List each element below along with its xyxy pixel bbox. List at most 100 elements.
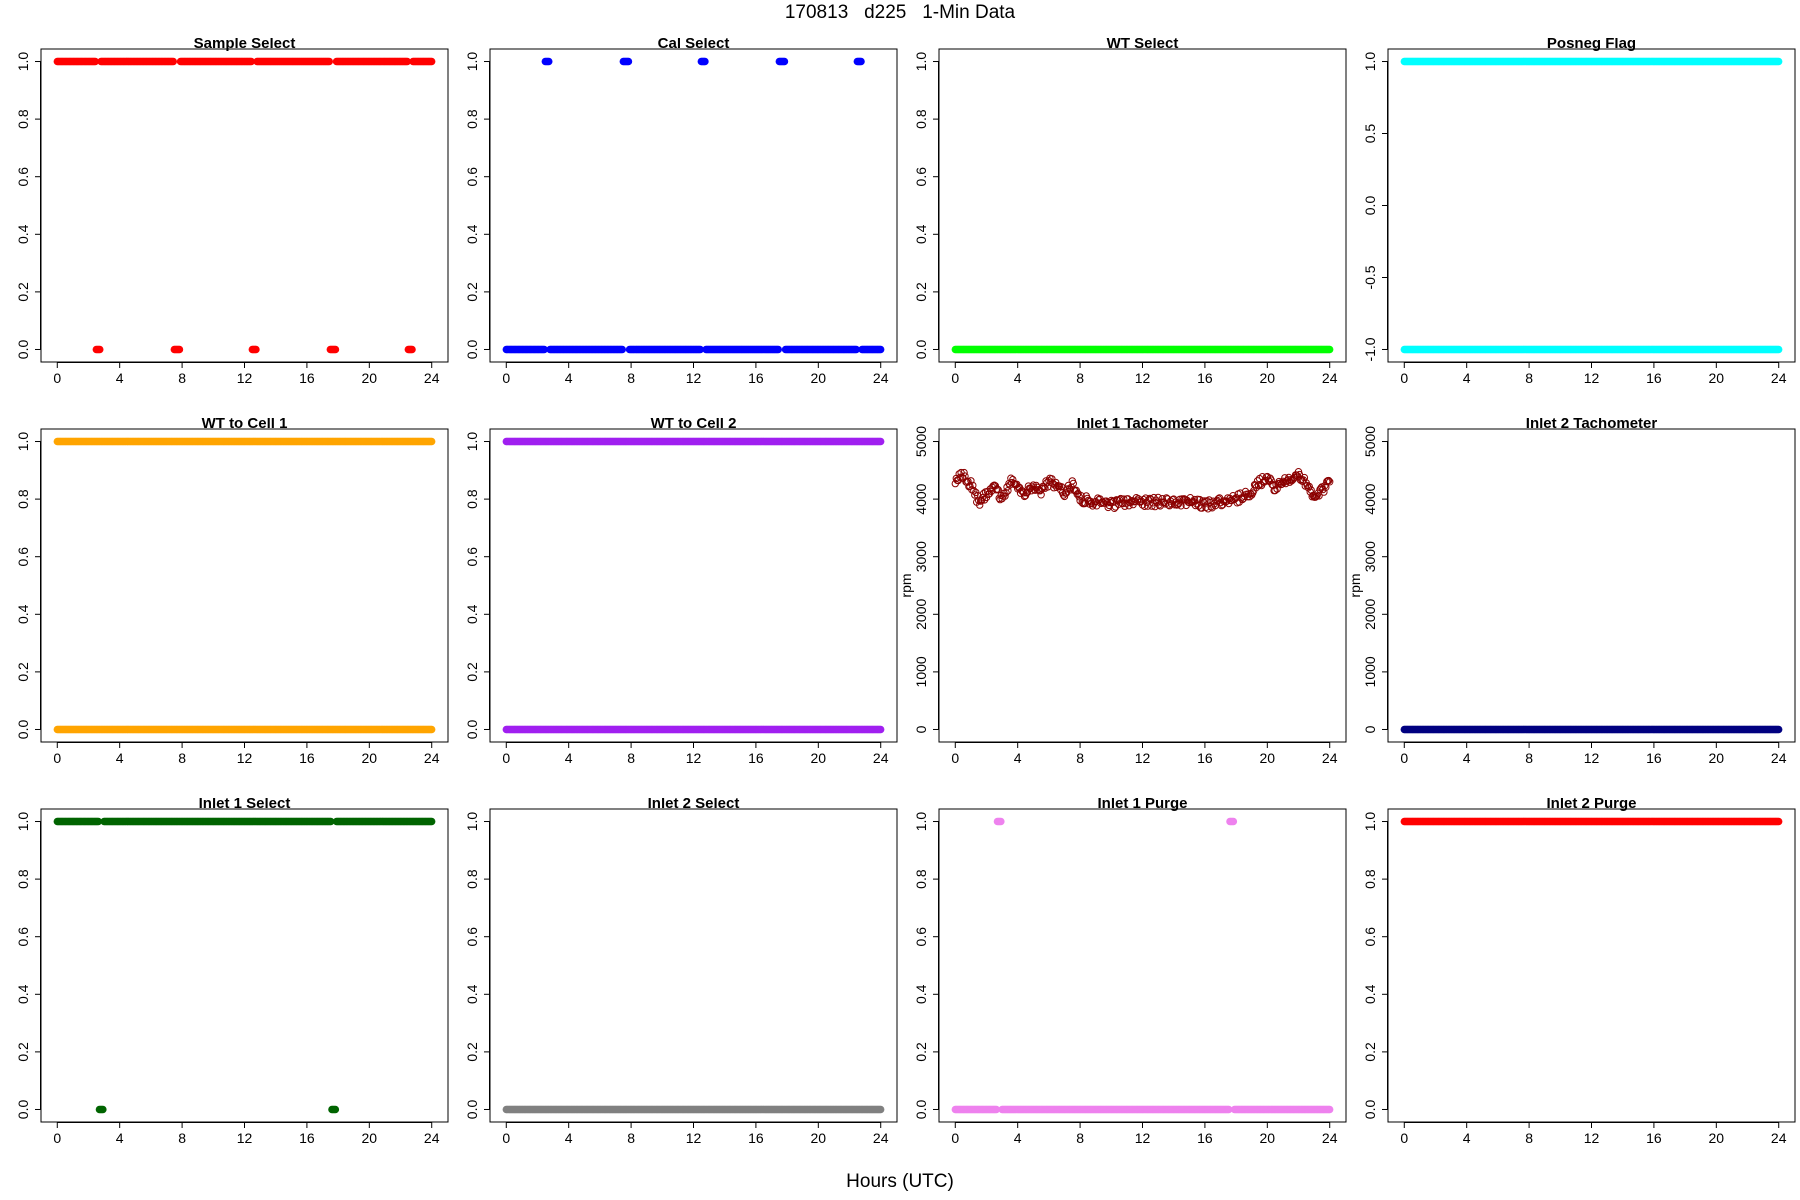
- y-tick-label: 0.0: [464, 340, 480, 360]
- panel-title: Posneg Flag: [1547, 38, 1636, 52]
- x-tick-label: 16: [299, 370, 315, 386]
- x-tick-label: 4: [1014, 370, 1022, 386]
- series-group: [951, 468, 1334, 513]
- x-tick-label: 16: [299, 750, 315, 766]
- y-tick-label: 2000: [1362, 599, 1378, 630]
- data-point: [618, 345, 627, 354]
- x-tick-label: 12: [1584, 750, 1600, 766]
- inlet-1-tachometer-panel: Inlet 1 Tachometer0 4 8 12 16 20 2401000200030…: [898, 418, 1347, 766]
- data-point: [175, 345, 184, 354]
- data-point: [331, 345, 340, 354]
- y-tick-label: 0.6: [15, 547, 31, 567]
- plot-frame: [938, 428, 1347, 743]
- data-point: [1775, 345, 1783, 354]
- x-tick-label: 24: [1322, 370, 1338, 386]
- x-tick-label: 12: [1135, 750, 1151, 766]
- y-tick-label: 5000: [1362, 426, 1378, 457]
- x-tick-label: 12: [686, 370, 702, 386]
- series-group: [1400, 57, 1783, 354]
- x-tick-label: 0: [53, 1130, 61, 1146]
- y-tick-label: 0.4: [15, 984, 31, 1004]
- x-tick-label: 4: [1463, 370, 1471, 386]
- x-tick-label: 16: [1197, 750, 1213, 766]
- x-tick-label: 0: [951, 750, 959, 766]
- data-point: [780, 57, 789, 66]
- x-tick-label: 0: [53, 750, 61, 766]
- data-point: [1775, 725, 1783, 734]
- y-tick-label: 5000: [913, 426, 929, 457]
- y-tick-label: 0.4: [464, 224, 480, 244]
- x-tick-label: 12: [1584, 370, 1600, 386]
- data-point: [428, 437, 436, 446]
- x-tick-label: 8: [627, 750, 635, 766]
- panel-title: WT to Cell 2: [651, 418, 737, 432]
- cal-select-panel: Cal Select0 4 8 12 16 20 240.00.20.40.60.81.0: [464, 38, 898, 386]
- y-tick-label: 0.0: [913, 340, 929, 360]
- wt-to-cell-2-panel: WT to Cell 20 4 8 12 16 20 240.00.20.40.60.81.…: [464, 418, 898, 766]
- x-tick-label: 20: [1260, 370, 1276, 386]
- y-tick-label: 1.0: [1362, 52, 1378, 72]
- x-tick-label: 4: [116, 750, 124, 766]
- data-point: [99, 1105, 107, 1114]
- plot-frame: [489, 48, 898, 363]
- inlet-2-tachometer-panel: Inlet 2 Tachometer0 4 8 12 16 20 2401000200030…: [1347, 418, 1796, 766]
- y-tick-label: 0.8: [464, 489, 480, 509]
- series-group: [502, 57, 885, 354]
- data-point: [96, 345, 104, 354]
- x-tick-label: 0: [53, 370, 61, 386]
- x-tick-label: 4: [565, 750, 573, 766]
- y-tick-label: 0.2: [913, 282, 929, 302]
- x-tick-label: 8: [1525, 750, 1533, 766]
- inlet-2-select-panel: Inlet 2 Select0 4 8 12 16 20 240.00.20.40.60.8…: [464, 798, 898, 1146]
- y-tick-label: 0.2: [464, 662, 480, 682]
- data-point: [169, 57, 178, 66]
- y-tick-label: 0.2: [15, 662, 31, 682]
- wt-to-cell-1-panel: WT to Cell 10 4 8 12 16 20 240.00.20.40.60.81.…: [15, 418, 449, 766]
- y-tick-label: 0.8: [15, 109, 31, 129]
- y-tick-label: 3000: [913, 541, 929, 572]
- x-tick-label: 8: [1076, 750, 1084, 766]
- y-tick-label: 0.2: [464, 282, 480, 302]
- x-tick-label: 20: [1709, 750, 1725, 766]
- x-tick-label: 8: [178, 1130, 186, 1146]
- y-axis-label: rpm: [1347, 573, 1363, 597]
- x-tick-label: 16: [748, 370, 764, 386]
- x-tick-label: 4: [1014, 750, 1022, 766]
- x-tick-label: 16: [299, 1130, 315, 1146]
- inlet-1-select-panel: Inlet 1 Select0 4 8 12 16 20 240.00.20.40.60.8…: [15, 798, 449, 1146]
- x-tick-label: 24: [424, 750, 440, 766]
- panel-title: Inlet 2 Select: [648, 798, 740, 812]
- wt-select-panel: WT Select0 4 8 12 16 20 240.00.20.40.60.81.0: [913, 38, 1347, 386]
- posneg-flag-panel: Posneg Flag0 4 8 12 16 20 24-1.0-0.50.00.51.0: [1362, 38, 1796, 386]
- data-point: [857, 57, 865, 66]
- data-point: [877, 345, 885, 354]
- series-group: [53, 817, 436, 1114]
- y-tick-label: 1.0: [15, 432, 31, 452]
- y-tick-label: 0.0: [15, 720, 31, 740]
- x-tick-label: 12: [686, 750, 702, 766]
- chart-grid: Sample Select 0 4 8 12 16 20 24 0.0 0.2 0.4 0.6 0.8 1…: [0, 0, 1800, 1200]
- sample-select-panel: Sample Select0 4 8 12 16 20 240.00.20.40.60.81…: [15, 38, 449, 386]
- data-point: [877, 725, 885, 734]
- y-tick-label: 0.4: [464, 604, 480, 624]
- y-tick-label: 2000: [913, 599, 929, 630]
- data-point: [325, 57, 333, 66]
- x-tick-label: 8: [178, 750, 186, 766]
- y-tick-label: 4000: [1362, 483, 1378, 514]
- y-tick-label: 1.0: [15, 812, 31, 832]
- plot-frame: [489, 428, 898, 743]
- series-group: [1400, 725, 1783, 734]
- x-tick-label: 20: [1260, 750, 1276, 766]
- y-tick-label: 0.6: [464, 167, 480, 187]
- y-tick-label: 0.6: [464, 547, 480, 567]
- panel-title: WT Select: [1107, 38, 1179, 52]
- x-tick-label: 20: [811, 750, 827, 766]
- y-tick-label: 4000: [913, 483, 929, 514]
- data-point: [1775, 57, 1783, 66]
- x-tick-label: 12: [237, 370, 253, 386]
- y-tick-label: 0.0: [15, 1100, 31, 1120]
- x-tick-label: 12: [1135, 370, 1151, 386]
- data-point: [428, 817, 436, 826]
- x-tick-label: 8: [627, 370, 635, 386]
- y-tick-label: 0.2: [15, 1042, 31, 1062]
